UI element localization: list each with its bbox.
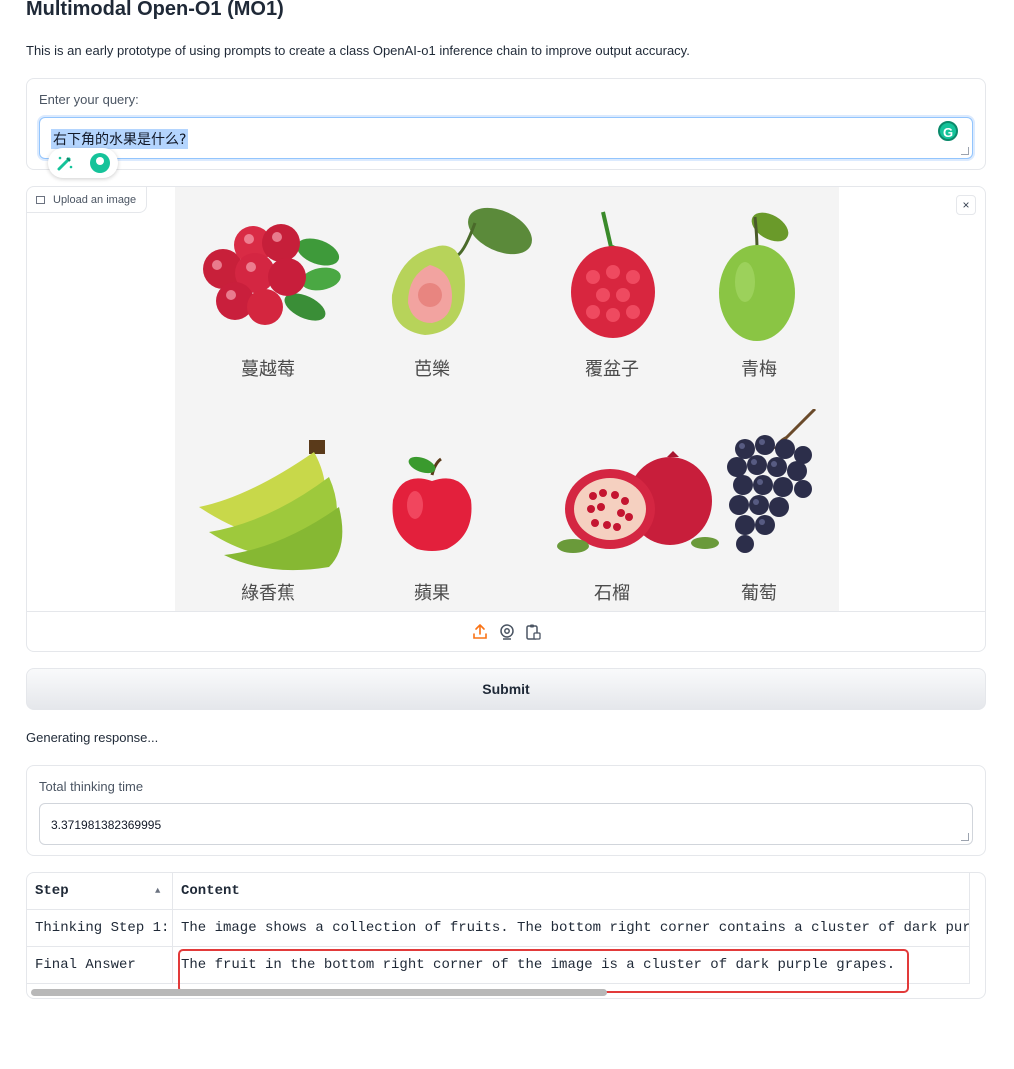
fruit-label-raspberry: 覆盆子 [585, 359, 639, 380]
thinking-time-field[interactable]: 3.371981382369995 [39, 803, 973, 845]
grammarly-icon[interactable]: G [938, 121, 958, 141]
raspberry-illustration [571, 211, 655, 338]
green-plum-illustration [719, 212, 795, 341]
query-textarea[interactable]: 右下角的水果是什么? G [39, 117, 973, 159]
writing-assistant-toolbar[interactable] [48, 148, 118, 178]
upload-image-label-text: Upload an image [53, 194, 137, 206]
magic-wand-icon[interactable] [56, 154, 74, 172]
upload-icon[interactable] [471, 623, 489, 641]
image-source-toolbar [27, 611, 985, 652]
query-panel: Enter your query: 右下角的水果是什么? G [26, 78, 986, 170]
thinking-time-panel: Total thinking time 3.371981382369995 [26, 765, 986, 856]
clipboard-icon[interactable] [524, 623, 542, 641]
fruit-label-apple: 蘋果 [414, 583, 450, 604]
page-title: Multimodal Open-O1 (MO1) [26, 0, 284, 20]
column-header-content[interactable]: Content [173, 873, 970, 910]
query-text: 右下角的水果是什么? [51, 129, 189, 149]
image-upload-panel: Upload an image × 蔓越莓 芭樂 覆盆子 青梅 綠香蕉 蘋果 石… [26, 186, 986, 652]
page-description: This is an early prototype of using prom… [26, 43, 690, 58]
resize-handle-icon[interactable] [961, 833, 969, 841]
table-row: Thinking Step 1: The image shows a colle… [27, 910, 970, 947]
column-header-step[interactable]: Step ▲ [27, 873, 173, 910]
sort-ascending-icon[interactable]: ▲ [155, 873, 160, 910]
fruit-label-cranberry: 蔓越莓 [241, 359, 295, 380]
status-text: Generating response... [26, 730, 159, 745]
fruit-label-grapes: 葡萄 [741, 583, 777, 604]
lightbulb-icon[interactable] [90, 153, 110, 173]
answer-highlight-box [178, 949, 909, 993]
query-label: Enter your query: [39, 92, 139, 107]
table-cell-step[interactable]: Final Answer [27, 947, 173, 984]
submit-button[interactable]: Submit [26, 668, 986, 710]
uploaded-image: 蔓越莓 芭樂 覆盆子 青梅 綠香蕉 蘋果 石榴 葡萄 [175, 187, 839, 611]
fruit-label-pomegranate: 石榴 [594, 583, 630, 604]
column-header-step-label: Step [35, 883, 69, 899]
green-banana-illustration [199, 440, 343, 571]
fruit-label-guava: 芭樂 [414, 359, 450, 380]
fruit-label-green-plum: 青梅 [741, 359, 777, 380]
image-icon [36, 196, 45, 204]
guava-illustration [391, 207, 532, 335]
fruit-label-green-banana: 綠香蕉 [241, 583, 295, 604]
table-cell-content[interactable]: The image shows a collection of fruits. … [173, 910, 970, 947]
resize-handle-icon[interactable] [961, 147, 969, 155]
table-header-row: Step ▲ Content [27, 873, 970, 910]
upload-image-label: Upload an image [27, 187, 148, 213]
thinking-time-label: Total thinking time [39, 779, 144, 794]
thinking-time-value: 3.371981382369995 [51, 818, 162, 832]
table-cell-step[interactable]: Thinking Step 1: [27, 910, 173, 947]
clear-image-button[interactable]: × [956, 195, 976, 215]
cranberry-illustration [203, 224, 341, 325]
horizontal-scrollbar[interactable] [31, 989, 607, 996]
webcam-icon[interactable] [498, 623, 516, 641]
grapes-illustration [727, 409, 817, 553]
pomegranate-illustration [557, 451, 719, 553]
apple-illustration [392, 456, 472, 551]
results-table-panel: Step ▲ Content Thinking Step 1: The imag… [26, 872, 986, 999]
